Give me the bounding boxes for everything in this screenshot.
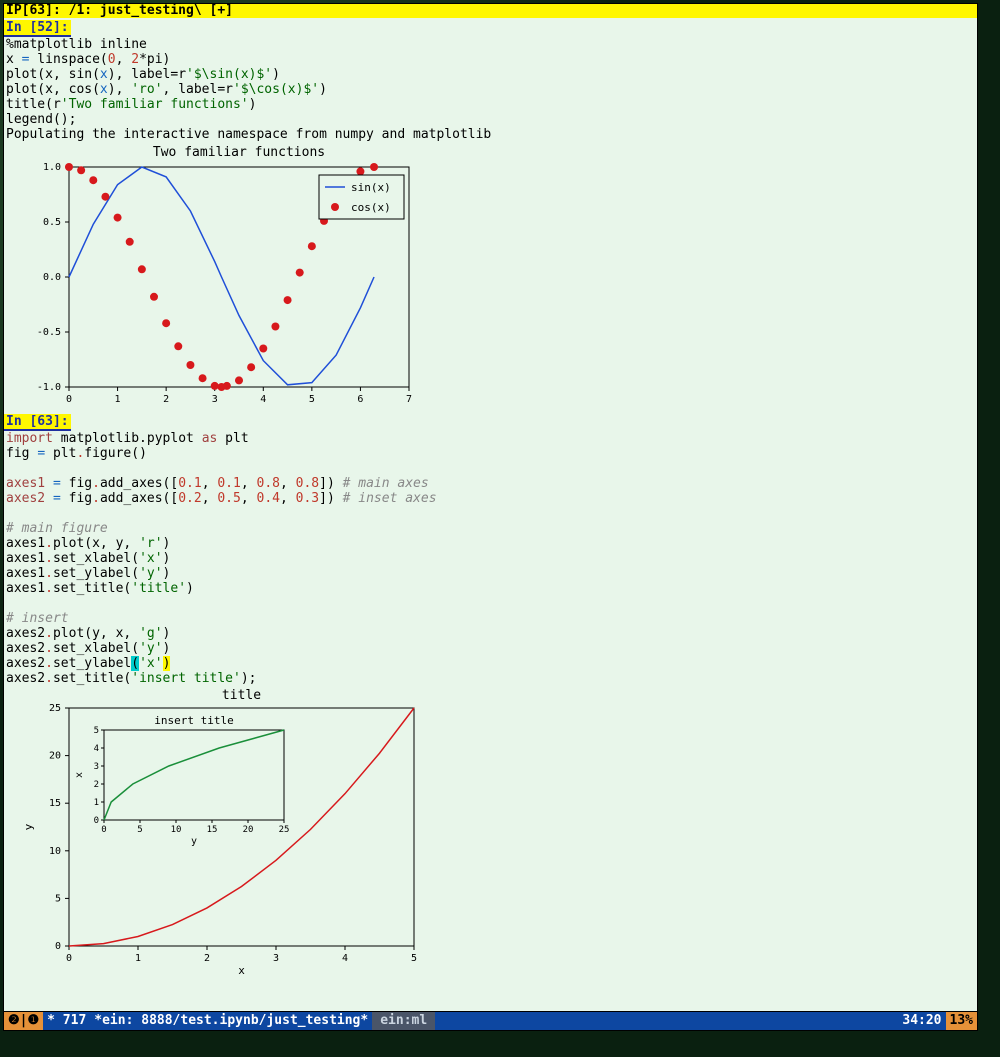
svg-text:-1.0: -1.0 [37, 382, 61, 393]
chart-two-familiar: Two familiar functions 0 1 2 3 4 5 6 7 -1.0 -0.5 0.… [14, 142, 414, 412]
in-label-52: In [52]: [4, 20, 71, 37]
svg-text:insert title: insert title [154, 714, 233, 727]
svg-text:25: 25 [49, 703, 61, 714]
cell-63-code[interactable]: import matplotlib.pyplot as plt fig = pl… [4, 431, 977, 686]
chart-1-output: Two familiar functions 0 1 2 3 4 5 6 7 -1.0 -0.5 0.… [4, 142, 977, 412]
modeline-mode: ein:ml [372, 1012, 435, 1030]
svg-text:title: title [222, 688, 261, 703]
chart-2-output: title0123450510152025xyinsert title05101… [4, 686, 977, 976]
svg-text:2: 2 [204, 953, 210, 964]
modeline-workspace[interactable]: ❷|❶ [4, 1012, 43, 1030]
svg-text:1: 1 [94, 798, 99, 808]
svg-text:0: 0 [66, 394, 72, 405]
svg-text:2: 2 [94, 780, 99, 790]
cell-52-code[interactable]: %matplotlib inline x = linspace(0, 2*pi)… [4, 37, 977, 142]
svg-text:2: 2 [163, 394, 169, 405]
chart-title-inset: title0123450510152025xyinsert title05101… [14, 686, 434, 976]
modeline-line: * 717 [43, 1012, 90, 1030]
svg-text:20: 20 [49, 751, 61, 762]
svg-text:0: 0 [94, 816, 99, 826]
svg-text:0: 0 [55, 941, 61, 952]
svg-text:15: 15 [49, 798, 61, 809]
modeline: ❷|❶ * 717 *ein: 8888/test.ipynb/just_tes… [4, 1011, 977, 1030]
svg-text:1: 1 [115, 394, 121, 405]
svg-text:x: x [74, 772, 85, 778]
svg-text:0: 0 [66, 953, 72, 964]
editor-frame: IP[63]: /1: just_testing\ [+] In [52]: %… [3, 3, 978, 1031]
in-label-63: In [63]: [4, 414, 71, 431]
modeline-buffer[interactable]: *ein: 8888/test.ipynb/just_testing* [90, 1012, 372, 1030]
svg-text:25: 25 [279, 825, 290, 835]
svg-text:4: 4 [260, 394, 266, 405]
window-title: IP[63]: /1: just_testing\ [+] [4, 4, 977, 18]
svg-text:cos(x): cos(x) [351, 201, 391, 214]
svg-text:5: 5 [94, 726, 99, 736]
svg-text:5: 5 [137, 825, 142, 835]
svg-text:10: 10 [171, 825, 182, 835]
svg-text:20: 20 [243, 825, 254, 835]
svg-text:5: 5 [309, 394, 315, 405]
svg-text:3: 3 [212, 394, 218, 405]
svg-text:5: 5 [55, 893, 61, 904]
svg-text:7: 7 [406, 394, 412, 405]
modeline-percent: 13% [946, 1012, 977, 1030]
svg-text:3: 3 [273, 953, 279, 964]
svg-text:0.5: 0.5 [43, 217, 61, 228]
svg-text:y: y [22, 823, 35, 830]
svg-text:Two familiar functions: Two familiar functions [153, 145, 325, 160]
svg-text:5: 5 [411, 953, 417, 964]
svg-text:10: 10 [49, 846, 61, 857]
svg-text:3: 3 [94, 762, 99, 772]
svg-text:0.0: 0.0 [43, 272, 61, 283]
svg-text:1.0: 1.0 [43, 162, 61, 173]
svg-text:15: 15 [207, 825, 218, 835]
svg-text:4: 4 [94, 744, 99, 754]
svg-text:x: x [238, 964, 245, 976]
buffer-content[interactable]: In [52]: %matplotlib inline x = linspace… [4, 18, 977, 1011]
svg-text:0: 0 [101, 825, 106, 835]
svg-text:6: 6 [357, 394, 363, 405]
svg-text:-0.5: -0.5 [37, 327, 61, 338]
svg-text:sin(x): sin(x) [351, 181, 391, 194]
svg-text:1: 1 [135, 953, 141, 964]
svg-text:y: y [191, 836, 197, 847]
modeline-pos: 34:20 [898, 1012, 945, 1030]
svg-text:4: 4 [342, 953, 348, 964]
